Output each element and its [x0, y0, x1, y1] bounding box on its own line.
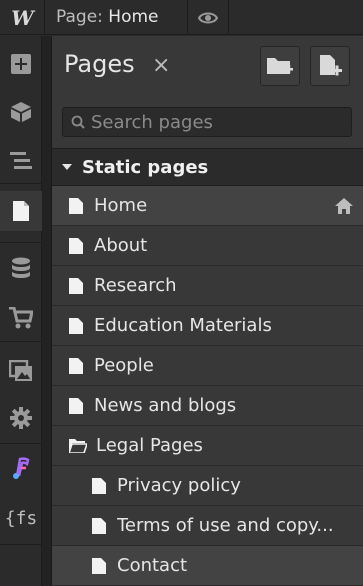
assets-button[interactable]: [0, 351, 42, 391]
page-name: Home: [108, 7, 159, 27]
page-label: Terms of use and copy...: [117, 515, 334, 536]
page-add-icon: [320, 55, 342, 76]
new-page-button[interactable]: [310, 46, 350, 86]
page-label: News and blogs: [94, 395, 237, 416]
panel-divider: [42, 36, 52, 586]
folder-open-icon: [69, 439, 87, 453]
page-icon: [69, 398, 83, 414]
page-icon: [69, 238, 83, 254]
pages-icon: [13, 201, 29, 221]
search-input[interactable]: [91, 108, 349, 136]
assets-icon: [9, 360, 32, 381]
integration-button[interactable]: [0, 448, 42, 488]
page-icon: [69, 358, 83, 374]
page-row-about[interactable]: About: [52, 226, 363, 266]
page-icon: [92, 518, 106, 534]
page-icon: [92, 478, 106, 494]
pages-button[interactable]: [0, 191, 42, 231]
cms-button[interactable]: [0, 248, 42, 288]
static-pages-section-header[interactable]: Static pages: [52, 148, 363, 186]
left-toolbar: {fs: [0, 36, 42, 586]
top-bar: W Page: Home: [0, 0, 363, 35]
finsweet-icon: {fs: [4, 507, 38, 529]
current-page-indicator[interactable]: Page: Home: [56, 0, 159, 35]
navigator-button[interactable]: [0, 141, 42, 181]
page-row-privacy-policy[interactable]: Privacy policy: [52, 466, 363, 506]
home-icon: [335, 198, 353, 214]
finsweet-button[interactable]: {fs: [0, 498, 42, 538]
search-icon: [71, 115, 85, 129]
page-row-terms-of-use[interactable]: Terms of use and copy...: [52, 506, 363, 546]
add-panel-button[interactable]: [0, 44, 42, 84]
pages-panel: Pages × Static pages: [52, 36, 363, 586]
preview-button[interactable]: [187, 0, 229, 35]
integration-icon: [13, 457, 30, 479]
page-row-home[interactable]: Home: [52, 186, 363, 226]
new-folder-button[interactable]: [260, 46, 300, 86]
page-label: Education Materials: [94, 315, 272, 336]
folder-add-icon: [267, 58, 293, 74]
page-row-contact[interactable]: Contact: [52, 546, 363, 586]
panel-title: Pages: [64, 50, 135, 78]
components-button[interactable]: [0, 92, 42, 132]
folder-row-legal-pages[interactable]: Legal Pages: [52, 426, 363, 466]
page-icon: [69, 198, 83, 214]
page-row-news-and-blogs[interactable]: News and blogs: [52, 386, 363, 426]
cms-icon: [12, 257, 30, 278]
page-label: Privacy policy: [117, 475, 241, 496]
page-label: People: [94, 355, 154, 376]
page-row-people[interactable]: People: [52, 346, 363, 386]
page-row-education-materials[interactable]: Education Materials: [52, 306, 363, 346]
caret-down-icon: [62, 164, 72, 170]
page-icon: [92, 558, 106, 574]
page-label: About: [94, 235, 148, 256]
settings-icon: [10, 407, 32, 429]
page-label: Contact: [117, 555, 188, 576]
page-label: Home: [94, 195, 148, 216]
components-icon: [11, 102, 31, 122]
folder-label: Legal Pages: [96, 435, 203, 456]
page-icon: [69, 318, 83, 334]
page-icon: [69, 278, 83, 294]
add-panel-icon: [11, 54, 31, 74]
search-box: [62, 107, 352, 137]
settings-button[interactable]: [0, 398, 42, 438]
close-panel-icon[interactable]: ×: [152, 52, 170, 80]
page-row-research[interactable]: Research: [52, 266, 363, 306]
webflow-logo[interactable]: W: [0, 0, 45, 35]
section-label: Static pages: [82, 157, 209, 178]
page-prefix: Page:: [56, 7, 103, 27]
ecommerce-button[interactable]: [0, 298, 42, 338]
eye-icon: [198, 12, 218, 23]
ecommerce-icon: [9, 307, 33, 329]
navigator-icon: [10, 152, 32, 169]
panel-header: Pages ×: [52, 36, 363, 98]
page-label: Research: [94, 275, 177, 296]
